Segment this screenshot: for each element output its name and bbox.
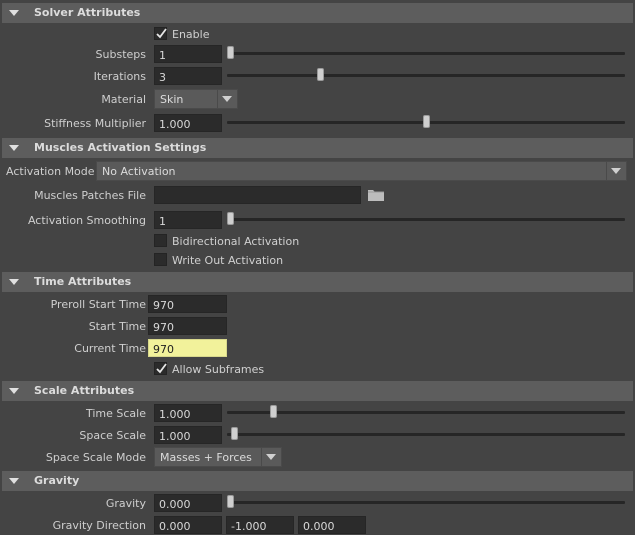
time-attributes-header[interactable]: Time Attributes	[2, 272, 633, 292]
activation-smoothing-label: Activation Smoothing	[27, 214, 146, 227]
folder-icon[interactable]	[367, 187, 385, 203]
caret-down-icon	[611, 168, 621, 174]
space-scale-mode-label: Space Scale Mode	[45, 451, 146, 464]
start-time-label: Start Time	[88, 320, 146, 333]
iterations-label: Iterations	[93, 70, 146, 83]
checkmark-icon	[156, 28, 167, 39]
current-time-field[interactable]: 970	[148, 339, 227, 357]
dropdown-button[interactable]	[606, 162, 626, 180]
substeps-label: Substeps	[95, 48, 146, 61]
space-scale-mode-dropdown[interactable]: Masses + Forces	[154, 447, 282, 467]
gravity-direction-z-field[interactable]: 0.000	[298, 516, 366, 534]
stiffness-multiplier-field[interactable]: 1.000	[154, 114, 222, 132]
space-scale-slider-handle[interactable]	[230, 427, 238, 440]
material-value: Skin	[160, 93, 184, 106]
current-time-label: Current Time	[74, 342, 146, 355]
stiffness-slider-handle[interactable]	[422, 115, 430, 128]
gravity-direction-y-field[interactable]: -1.000	[226, 516, 294, 534]
space-scale-slider-track[interactable]	[227, 433, 625, 436]
gravity-direction-x-field[interactable]: 0.000	[154, 516, 222, 534]
iterations-field[interactable]: 3	[154, 67, 222, 85]
time-scale-slider-handle[interactable]	[270, 405, 277, 418]
substeps-slider-handle[interactable]	[227, 46, 234, 59]
enable-label: Enable	[172, 28, 210, 41]
bidirectional-activation-checkbox[interactable]	[154, 234, 167, 247]
substeps-field[interactable]: 1	[154, 45, 222, 63]
section-title: Solver Attributes	[34, 6, 141, 19]
start-time-field[interactable]: 970	[148, 317, 227, 335]
section-title: Gravity	[34, 474, 80, 487]
dropdown-button[interactable]	[261, 448, 281, 466]
allow-subframes-label: Allow Subframes	[172, 363, 265, 376]
stiffness-multiplier-label: Stiffness Multiplier	[44, 117, 146, 130]
section-title: Time Attributes	[34, 275, 132, 288]
activation-mode-dropdown[interactable]: No Activation	[96, 161, 627, 181]
enable-checkbox[interactable]	[154, 27, 167, 40]
material-dropdown[interactable]: Skin	[154, 89, 238, 109]
bidirectional-activation-label: Bidirectional Activation	[172, 235, 300, 248]
allow-subframes-checkbox[interactable]	[154, 362, 167, 375]
write-out-activation-label: Write Out Activation	[172, 254, 284, 267]
time-scale-field[interactable]: 1.000	[154, 404, 222, 422]
caret-down-icon	[266, 454, 276, 460]
iterations-slider-handle[interactable]	[316, 68, 324, 81]
collapse-arrow-icon[interactable]	[9, 388, 19, 394]
material-label: Material	[101, 93, 146, 106]
section-title: Muscles Activation Settings	[34, 141, 207, 154]
smoothing-slider-track[interactable]	[227, 218, 625, 221]
muscles-patches-file-label: Muscles Patches File	[34, 189, 146, 202]
activation-smoothing-field[interactable]: 1	[154, 211, 222, 229]
gravity-label: Gravity	[105, 497, 146, 510]
space-scale-mode-value: Masses + Forces	[160, 451, 252, 464]
space-scale-field[interactable]: 1.000	[154, 426, 222, 444]
write-out-activation-checkbox[interactable]	[154, 253, 167, 266]
muscles-activation-header[interactable]: Muscles Activation Settings	[2, 138, 633, 158]
activation-mode-label: Activation Mode	[6, 165, 95, 178]
collapse-arrow-icon[interactable]	[9, 478, 19, 484]
gravity-slider-track[interactable]	[227, 501, 625, 504]
substeps-slider-track[interactable]	[227, 52, 625, 55]
scale-attributes-header[interactable]: Scale Attributes	[2, 381, 633, 401]
gravity-slider-handle[interactable]	[227, 495, 234, 508]
space-scale-label: Space Scale	[79, 429, 146, 442]
iterations-slider-track[interactable]	[227, 74, 625, 77]
section-title: Scale Attributes	[34, 384, 135, 397]
smoothing-slider-handle[interactable]	[227, 212, 234, 225]
collapse-arrow-icon[interactable]	[9, 10, 19, 16]
dropdown-button[interactable]	[217, 90, 237, 108]
checkmark-icon	[156, 363, 167, 374]
collapse-arrow-icon[interactable]	[9, 279, 19, 285]
solver-attributes-header[interactable]: Solver Attributes	[2, 3, 633, 23]
muscles-patches-file-field[interactable]	[154, 186, 361, 204]
gravity-header[interactable]: Gravity	[2, 471, 633, 491]
caret-down-icon	[222, 96, 232, 102]
gravity-direction-label: Gravity Direction	[52, 519, 146, 532]
preroll-start-time-label: Preroll Start Time	[50, 298, 146, 311]
time-scale-label: Time Scale	[85, 407, 146, 420]
gravity-field[interactable]: 0.000	[154, 494, 222, 512]
time-scale-slider-track[interactable]	[227, 411, 625, 414]
preroll-start-time-field[interactable]: 970	[148, 295, 227, 313]
collapse-arrow-icon[interactable]	[9, 145, 19, 151]
activation-mode-value: No Activation	[102, 165, 176, 178]
